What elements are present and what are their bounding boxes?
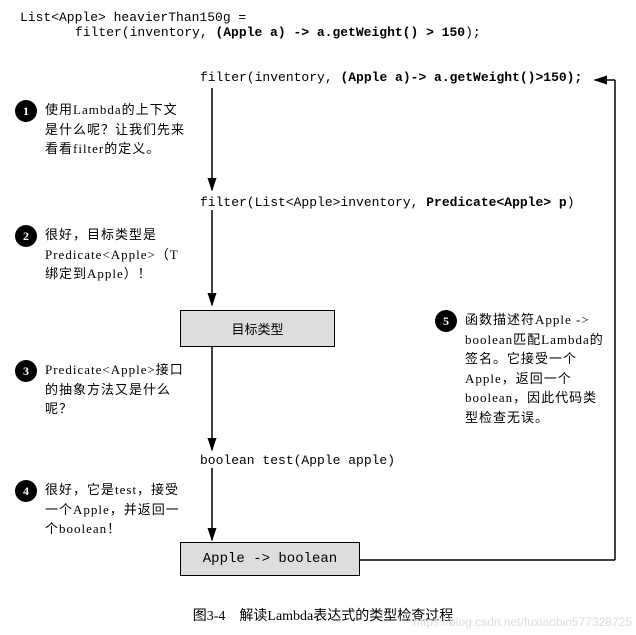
step-5-text: 函数描述符Apple -> boolean匹配Lambda的签名。它接受一个Ap… (465, 310, 610, 427)
header-code-block: List<Apple> heavierThan150g = filter(inv… (20, 10, 626, 40)
bullet-4: 4 (15, 480, 37, 502)
step-3-text: Predicate<Apple>接口的抽象方法又是什么呢？ (45, 360, 185, 419)
flow-filter-sig: filter(List<Apple>inventory, Predicate<A… (200, 195, 575, 210)
code-line-1: List<Apple> heavierThan150g = (20, 10, 626, 25)
diagram-area: filter(inventory, (Apple a)-> a.getWeigh… (20, 70, 626, 600)
code-line-2: filter(inventory, (Apple a) -> a.getWeig… (20, 25, 626, 40)
step-1-text: 使用Lambda的上下文是什么呢？让我们先来看看filter的定义。 (45, 100, 185, 159)
step-4-text: 很好，它是test，接受一个Apple，并返回一个boolean！ (45, 480, 185, 539)
step-5: 5 函数描述符Apple -> boolean匹配Lambda的签名。它接受一个… (435, 310, 610, 427)
target-type-box: 目标类型 (180, 310, 335, 347)
step-2-text: 很好，目标类型是Predicate<Apple>（T绑定到Apple）！ (45, 225, 185, 284)
step-2: 2 很好，目标类型是Predicate<Apple>（T绑定到Apple）！ (15, 225, 185, 284)
watermark-text: https://blog.csdn.net/fuxiaobin577328725 (413, 615, 632, 629)
result-box: Apple -> boolean (180, 542, 360, 576)
bullet-3: 3 (15, 360, 37, 382)
flow-top-call: filter(inventory, (Apple a)-> a.getWeigh… (200, 70, 582, 85)
flow-test-method: boolean test(Apple apple) (200, 453, 395, 468)
bullet-1: 1 (15, 100, 37, 122)
step-3: 3 Predicate<Apple>接口的抽象方法又是什么呢？ (15, 360, 185, 419)
step-4: 4 很好，它是test，接受一个Apple，并返回一个boolean！ (15, 480, 185, 539)
bullet-2: 2 (15, 225, 37, 247)
bullet-5: 5 (435, 310, 457, 332)
step-1: 1 使用Lambda的上下文是什么呢？让我们先来看看filter的定义。 (15, 100, 185, 159)
